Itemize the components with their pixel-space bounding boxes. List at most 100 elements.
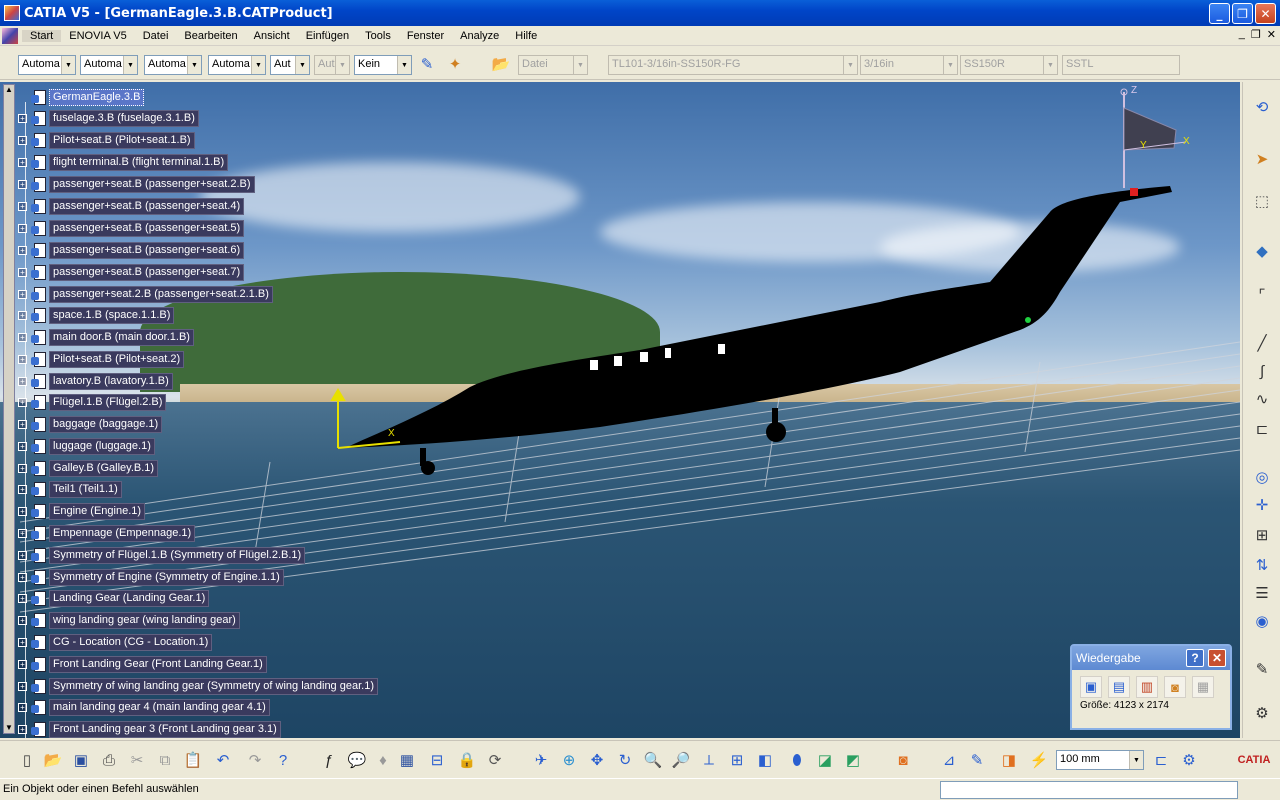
workbench-icon[interactable]: ⟲ xyxy=(1251,96,1273,118)
tree-node[interactable]: + luggage (luggage.1) xyxy=(18,437,155,455)
tree-node[interactable]: + Front Landing Gear (Front Landing Gear.… xyxy=(18,655,267,673)
open-folder-icon[interactable]: 📂 xyxy=(490,53,512,75)
expand-icon[interactable]: + xyxy=(18,724,27,734)
tree-node[interactable]: + Front Landing gear 3 (Front Landing gea… xyxy=(18,720,281,738)
select-trap-icon[interactable]: ⬚ xyxy=(1251,190,1273,212)
linetype-combo[interactable]: Automa ▼ xyxy=(144,55,202,75)
tree-node[interactable]: + Engine (Engine.1) xyxy=(18,502,146,520)
hide-show-icon[interactable]: ◪ xyxy=(814,749,836,771)
axis-icon[interactable]: ✛ xyxy=(1251,494,1273,516)
restore-button[interactable]: ❐ xyxy=(1232,3,1253,24)
graph-icon[interactable]: ⊟ xyxy=(426,749,448,771)
line-icon[interactable]: ╱ xyxy=(1251,332,1273,354)
options-icon[interactable]: ▤ xyxy=(1108,676,1130,698)
close-button[interactable]: ✕ xyxy=(1255,3,1276,24)
expand-icon[interactable]: + xyxy=(18,267,27,277)
connect-icon[interactable]: ⊏ xyxy=(1251,418,1273,440)
corner-icon[interactable]: ⌜ xyxy=(1251,284,1273,306)
help-button[interactable]: ? xyxy=(1186,649,1204,667)
save-icon[interactable]: ▣ xyxy=(70,749,92,771)
tree-node[interactable]: + Pilot+seat.B (Pilot+seat.1.B) xyxy=(18,131,195,149)
expand-icon[interactable]: + xyxy=(18,201,27,211)
expand-icon[interactable]: + xyxy=(18,550,27,560)
comment-icon[interactable]: 💬 xyxy=(346,749,368,771)
minimize-button[interactable]: _ xyxy=(1209,3,1230,24)
zoom-in-icon[interactable]: 🔍 xyxy=(642,749,664,771)
spiral-icon[interactable]: ◎ xyxy=(1251,466,1273,488)
menu-datei[interactable]: Datei xyxy=(135,30,177,42)
open-file-icon[interactable]: 📂 xyxy=(42,749,64,771)
command-input[interactable] xyxy=(940,781,1238,799)
render-combo[interactable]: Kein ▼ xyxy=(354,55,412,75)
formula-icon[interactable]: ƒ xyxy=(318,749,340,771)
color-combo[interactable]: Automa ▼ xyxy=(18,55,76,75)
normal-view-icon[interactable]: ⟂ xyxy=(698,749,720,771)
cut-icon[interactable]: ✂ xyxy=(126,749,148,771)
expand-icon[interactable]: + xyxy=(18,397,27,407)
expand-icon[interactable]: + xyxy=(18,528,27,538)
tree-node[interactable]: + Landing Gear (Landing Gear.1) xyxy=(18,589,210,607)
expand-icon[interactable]: + xyxy=(18,135,27,145)
document-icon[interactable] xyxy=(2,27,18,44)
tree-node[interactable]: + passenger+seat.B (passenger+seat.2.B) xyxy=(18,175,255,193)
tree-node[interactable]: + passenger+seat.2.B (passenger+seat.2.1.… xyxy=(18,285,273,303)
tree-node[interactable]: + Symmetry of wing landing gear (Symmetry… xyxy=(18,677,378,695)
expand-icon[interactable]: + xyxy=(18,484,27,494)
expand-icon[interactable]: + xyxy=(18,419,27,429)
properties-icon[interactable]: ✦ xyxy=(444,53,466,75)
transparency-combo[interactable]: Automa ▼ xyxy=(80,55,138,75)
clash-icon[interactable]: ⚡ xyxy=(1028,749,1050,771)
tree-node[interactable]: + Teil1 (Teil1.1) xyxy=(18,480,122,498)
fit-all-icon[interactable]: ⊕ xyxy=(558,749,580,771)
expand-icon[interactable]: + xyxy=(18,572,27,582)
zoom-out-icon[interactable]: 🔎 xyxy=(670,749,692,771)
expand-icon[interactable]: + xyxy=(18,659,27,669)
tree-scrollbar[interactable]: ▲ ▼ xyxy=(3,84,15,734)
expand-icon[interactable]: + xyxy=(18,113,27,123)
expand-icon[interactable]: + xyxy=(18,223,27,233)
paste-icon[interactable]: 📋 xyxy=(182,749,204,771)
menu-ansicht[interactable]: Ansicht xyxy=(246,30,298,42)
menu-einfuegen[interactable]: Einfügen xyxy=(298,30,357,42)
measure-between-icon[interactable]: ⊿ xyxy=(938,749,960,771)
menu-enovia[interactable]: ENOVIA V5 xyxy=(61,30,134,42)
whats-this-icon[interactable]: ? xyxy=(272,749,294,771)
tree-node[interactable]: + baggage (baggage.1) xyxy=(18,415,163,433)
lock-icon[interactable]: 🔒 xyxy=(456,749,478,771)
list-icon[interactable]: ☰ xyxy=(1251,582,1273,604)
swap-visible-icon[interactable]: ◩ xyxy=(842,749,864,771)
tree-node[interactable]: + flight terminal.B (flight terminal.1.B) xyxy=(18,153,229,171)
expand-icon[interactable]: + xyxy=(18,506,27,516)
expand-icon[interactable]: + xyxy=(18,637,27,647)
tree-node[interactable]: + space.1.B (space.1.1.B) xyxy=(18,306,175,324)
tree-node[interactable]: + passenger+seat.B (passenger+seat.5) xyxy=(18,219,245,237)
expand-icon[interactable]: + xyxy=(18,332,27,342)
wiedergabe-title-bar[interactable]: Wiedergabe ? ✕ xyxy=(1072,646,1230,670)
tree-node[interactable]: + Symmetry of Engine (Symmetry of Engine.… xyxy=(18,568,284,586)
tool-icon[interactable]: ⚙ xyxy=(1251,702,1273,724)
undo-icon[interactable]: ↶ xyxy=(212,749,234,771)
spline-icon[interactable]: ∿ xyxy=(1251,388,1273,410)
snap-icon[interactable]: ⊏ xyxy=(1150,749,1172,771)
scroll-down-icon[interactable]: ▼ xyxy=(4,723,14,733)
expand-icon[interactable]: + xyxy=(18,289,27,299)
menu-hilfe[interactable]: Hilfe xyxy=(507,30,545,42)
view-icon[interactable]: ◆ xyxy=(1251,240,1273,262)
mdi-restore-button[interactable]: ❐ xyxy=(1251,28,1261,41)
tree-node[interactable]: + passenger+seat.B (passenger+seat.7) xyxy=(18,263,245,281)
redo-icon[interactable]: ↷ xyxy=(244,749,266,771)
expand-icon[interactable]: + xyxy=(18,179,27,189)
menu-fenster[interactable]: Fenster xyxy=(399,30,452,42)
expand-icon[interactable]: + xyxy=(18,354,27,364)
multi-view-icon[interactable]: ⊞ xyxy=(726,749,748,771)
menu-bearbeiten[interactable]: Bearbeiten xyxy=(176,30,245,42)
iso-view-icon[interactable]: ◧ xyxy=(754,749,776,771)
compass-tool-icon[interactable]: ⚙ xyxy=(1178,749,1200,771)
tree-node[interactable]: + wing landing gear (wing landing gear) xyxy=(18,611,240,629)
tree-node[interactable]: + Empennage (Empennage.1) xyxy=(18,524,196,542)
tree-root[interactable]: +GermanEagle.3.B xyxy=(18,88,145,106)
expand-icon[interactable]: + xyxy=(18,681,27,691)
menu-tools[interactable]: Tools xyxy=(357,30,399,42)
shading-icon[interactable]: ⬮ xyxy=(786,749,808,771)
measure-item-icon[interactable]: ✎ xyxy=(966,749,988,771)
